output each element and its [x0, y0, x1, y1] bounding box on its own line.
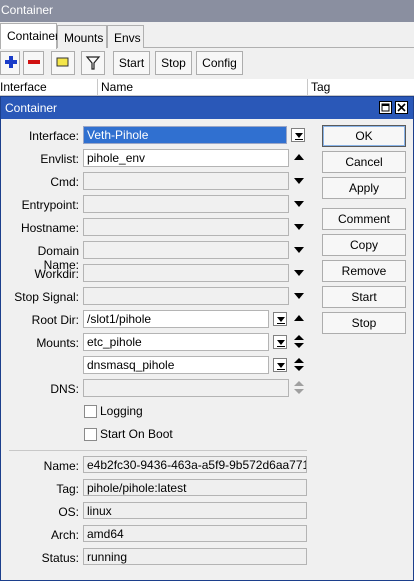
tag-value: pihole/pihole:latest: [83, 479, 307, 496]
divider: [9, 450, 307, 451]
status-label: Status:: [41, 551, 79, 565]
remove-button[interactable]: [23, 51, 44, 75]
hostname-expand-icon[interactable]: [294, 224, 304, 230]
workdir-expand-icon[interactable]: [294, 270, 304, 276]
start-on-boot-label: Start On Boot: [100, 427, 173, 441]
entrypoint-input[interactable]: [83, 195, 289, 213]
interface-label: Interface:: [28, 129, 79, 143]
comment-button[interactable]: Comment: [322, 208, 406, 230]
filter-button[interactable]: [81, 51, 105, 75]
filter-icon: [85, 56, 101, 70]
dns-down-icon: [294, 389, 304, 394]
config-button[interactable]: Config: [196, 51, 243, 75]
hostname-label: Hostname:: [20, 221, 79, 235]
minus-icon: [28, 60, 40, 64]
column-name[interactable]: Name: [101, 80, 133, 94]
start-button[interactable]: Start: [113, 51, 150, 75]
stop-button[interactable]: Stop: [155, 51, 192, 75]
ok-button[interactable]: OK: [322, 125, 406, 147]
root-dir-dropdown-icon[interactable]: [273, 312, 287, 326]
hostname-input[interactable]: [83, 218, 289, 236]
column-tag[interactable]: Tag: [311, 80, 330, 94]
arch-label: Arch:: [50, 528, 79, 542]
cmd-input[interactable]: [83, 172, 289, 190]
dns-input[interactable]: [83, 379, 289, 397]
close-icon[interactable]: [395, 101, 408, 114]
logging-label: Logging: [100, 404, 143, 418]
mount-1-up-icon[interactable]: [294, 335, 304, 340]
column-interface[interactable]: Interface: [0, 80, 47, 94]
root-dir-collapse-icon[interactable]: [294, 315, 304, 321]
os-value: linux: [83, 502, 307, 519]
mount-1-down-icon[interactable]: [294, 343, 304, 348]
entrypoint-label: Entrypoint:: [21, 198, 79, 212]
tag-label: Tag:: [56, 482, 79, 496]
tab-bar: Container Mounts Envs: [0, 22, 414, 49]
arch-value: amd64: [83, 525, 307, 542]
column-header: Interface Name Tag: [0, 79, 414, 96]
stop-signal-input[interactable]: [83, 287, 289, 305]
dns-label: DNS:: [50, 382, 79, 396]
status-value: running: [83, 548, 307, 565]
interface-dropdown-icon[interactable]: [291, 128, 305, 142]
start-button[interactable]: Start: [322, 286, 406, 308]
tab-mounts[interactable]: Mounts: [57, 25, 107, 48]
mount-2-input[interactable]: dnsmasq_pihole: [83, 356, 269, 374]
workdir-label: Workdir:: [34, 267, 79, 281]
root-dir-input[interactable]: /slot1/pihole: [83, 310, 269, 328]
note-icon: [56, 57, 69, 67]
remove-button[interactable]: Remove: [322, 260, 406, 282]
os-label: OS:: [58, 505, 79, 519]
dialog-title: Container: [1, 97, 413, 119]
root-dir-label: Root Dir:: [31, 313, 79, 327]
apply-button[interactable]: Apply: [322, 177, 406, 199]
envlist-input[interactable]: pihole_env: [83, 149, 289, 167]
dns-up-icon: [294, 381, 304, 386]
restore-icon[interactable]: [379, 101, 392, 114]
logging-checkbox[interactable]: [84, 405, 97, 418]
workdir-input[interactable]: [83, 264, 289, 282]
tab-envs[interactable]: Envs: [107, 25, 144, 48]
mount-2-dropdown-icon[interactable]: [273, 358, 287, 372]
stop-button[interactable]: Stop: [322, 312, 406, 334]
container-dialog: Container Interface: Veth-Pihole Envlist…: [0, 96, 414, 581]
stop-signal-expand-icon[interactable]: [294, 293, 304, 299]
cmd-label: Cmd:: [50, 175, 79, 189]
window-title: Container: [0, 0, 414, 22]
mount-1-input[interactable]: etc_pihole: [83, 333, 269, 351]
plus-icon: [5, 56, 17, 68]
mount-1-dropdown-icon[interactable]: [273, 335, 287, 349]
stop-signal-label: Stop Signal:: [14, 290, 79, 304]
interface-select[interactable]: Veth-Pihole: [83, 126, 287, 144]
envlist-label: Envlist:: [40, 152, 79, 166]
start-on-boot-checkbox[interactable]: [84, 428, 97, 441]
domain-name-expand-icon[interactable]: [294, 247, 304, 253]
toolbar: Start Stop Config: [0, 49, 414, 79]
tab-container[interactable]: Container: [0, 23, 59, 49]
cancel-button[interactable]: Cancel: [322, 151, 406, 173]
mounts-label: Mounts:: [36, 336, 79, 350]
mount-2-down-icon[interactable]: [294, 366, 304, 371]
copy-button[interactable]: Copy: [322, 234, 406, 256]
name-label: Name:: [43, 459, 79, 473]
name-value: e4b2fc30-9436-463a-a5f9-9b572d6aa771: [83, 456, 307, 473]
domain-name-input[interactable]: [83, 241, 289, 259]
entrypoint-expand-icon[interactable]: [294, 201, 304, 207]
envlist-collapse-icon[interactable]: [294, 154, 304, 160]
add-button[interactable]: [0, 51, 20, 75]
mount-2-up-icon[interactable]: [294, 358, 304, 363]
cmd-expand-icon[interactable]: [294, 178, 304, 184]
comment-button[interactable]: [51, 51, 75, 75]
